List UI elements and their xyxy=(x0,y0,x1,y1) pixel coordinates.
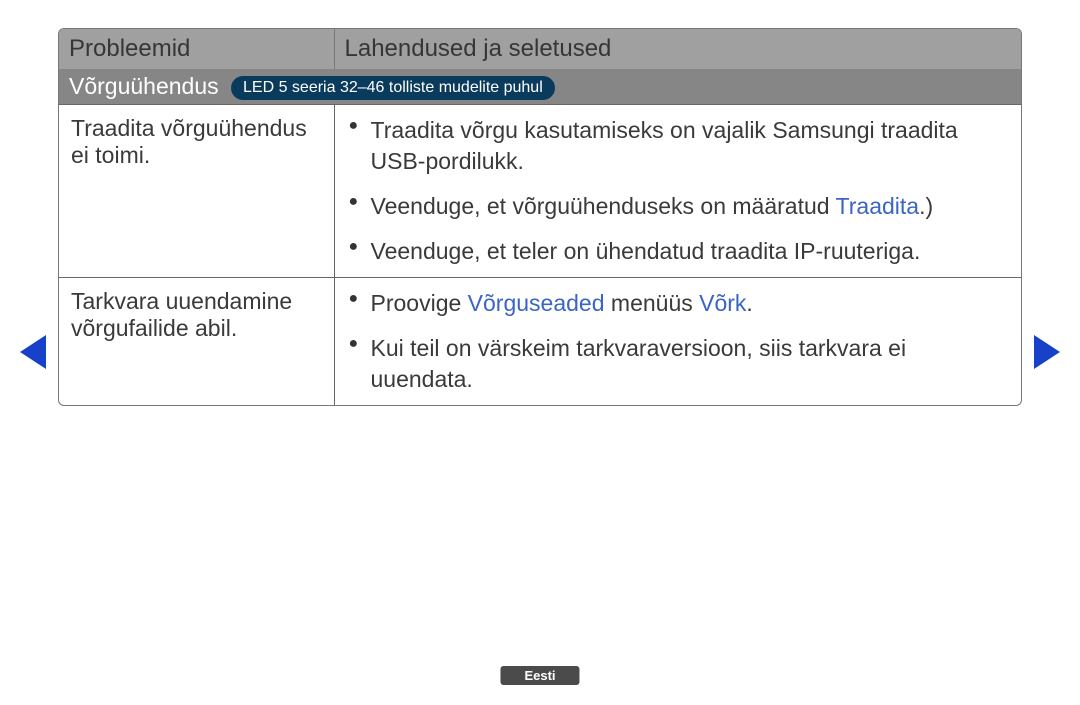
header-problems: Probleemid xyxy=(59,29,334,69)
troubleshooting-table: Probleemid Lahendused ja seletused Võrgu… xyxy=(58,28,1022,406)
list-item: Veenduge, et teler on ühendatud traadita… xyxy=(343,236,1010,267)
list-item: Proovige Võrguseaded menüüs Võrk. xyxy=(343,288,1010,319)
problem-cell: Traadita võrguühendus ei toimi. xyxy=(59,105,334,278)
text: Kui teil on värskeim tarkvaraversioon, s… xyxy=(371,335,907,392)
table-row: Tarkvara uuendamine võrgufailide abil. P… xyxy=(59,278,1021,406)
text: Veenduge, et teler on ühendatud traadita… xyxy=(371,238,921,264)
section-pill: LED 5 seeria 32–46 tolliste mudelite puh… xyxy=(231,76,555,100)
solution-cell: Traadita võrgu kasutamiseks on vajalik S… xyxy=(334,105,1021,278)
problem-cell: Tarkvara uuendamine võrgufailide abil. xyxy=(59,278,334,406)
list-item: Veenduge, et võrguühenduseks on määratud… xyxy=(343,191,1010,222)
language-badge: Eesti xyxy=(500,666,579,685)
text: .) xyxy=(919,193,933,219)
solution-cell: Proovige Võrguseaded menüüs Võrk. Kui te… xyxy=(334,278,1021,406)
text: Proovige xyxy=(371,290,468,316)
header-solutions: Lahendused ja seletused xyxy=(334,29,1021,69)
list-item: Kui teil on värskeim tarkvaraversioon, s… xyxy=(343,333,1010,395)
table: Probleemid Lahendused ja seletused Võrgu… xyxy=(59,29,1021,405)
table-row: Traadita võrguühendus ei toimi. Traadita… xyxy=(59,105,1021,278)
section-title: Võrguühendus xyxy=(69,73,219,99)
solution-list: Proovige Võrguseaded menüüs Võrk. Kui te… xyxy=(343,288,1010,395)
prev-page-arrow[interactable] xyxy=(20,335,46,369)
triangle-right-icon xyxy=(1034,335,1060,369)
highlight-text: Võrguseaded xyxy=(468,290,605,316)
manual-page: Probleemid Lahendused ja seletused Võrgu… xyxy=(0,0,1080,705)
section-row: Võrguühendus LED 5 seeria 32–46 tolliste… xyxy=(59,69,1021,105)
list-item: Traadita võrgu kasutamiseks on vajalik S… xyxy=(343,115,1010,177)
solution-list: Traadita võrgu kasutamiseks on vajalik S… xyxy=(343,115,1010,267)
next-page-arrow[interactable] xyxy=(1034,335,1060,369)
highlight-text: Traadita xyxy=(836,193,920,219)
triangle-left-icon xyxy=(20,335,46,369)
text: Veenduge, et võrguühenduseks on määratud xyxy=(371,193,836,219)
text: . xyxy=(746,290,752,316)
text: menüüs xyxy=(605,290,700,316)
text: Traadita võrgu kasutamiseks on vajalik S… xyxy=(371,117,958,174)
highlight-text: Võrk xyxy=(699,290,746,316)
